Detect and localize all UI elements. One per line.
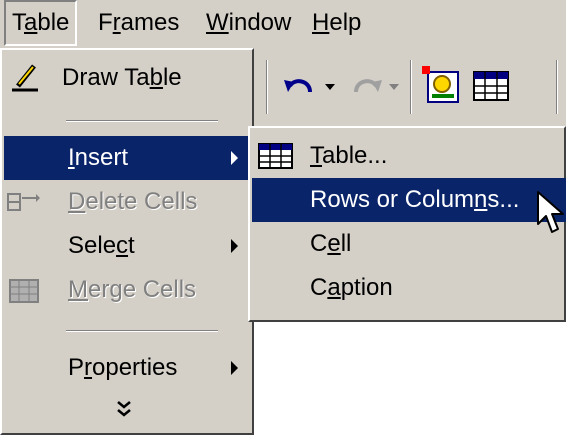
menu-item-insert[interactable]: Insert bbox=[4, 136, 248, 180]
menu-separator bbox=[66, 330, 218, 332]
delete-cells-icon bbox=[7, 193, 40, 211]
undo-dropdown-icon[interactable] bbox=[324, 66, 338, 106]
menu-item-draw-table[interactable]: Draw Table bbox=[4, 56, 248, 100]
insert-submenu: Table... Rows or Columns... Cell Caption bbox=[248, 126, 566, 322]
table-menu: Draw Table Insert Delete Cells Select Me… bbox=[0, 48, 254, 435]
submenu-arrow-icon bbox=[231, 239, 238, 253]
menu-separator bbox=[66, 120, 218, 122]
toolbar-separator bbox=[266, 60, 268, 114]
menu-help[interactable]: Help bbox=[306, 0, 367, 46]
menu-window[interactable]: Window bbox=[200, 0, 297, 46]
menu-frames[interactable]: Frames bbox=[92, 0, 185, 46]
menu-item-merge-cells: Merge Cells bbox=[4, 268, 248, 312]
menu-item-properties[interactable]: Properties bbox=[4, 346, 248, 390]
menu-item-select[interactable]: Select bbox=[4, 224, 248, 268]
insert-component-icon[interactable] bbox=[422, 66, 462, 106]
toolbar-separator bbox=[556, 60, 558, 114]
insert-table-icon[interactable] bbox=[472, 66, 512, 106]
submenu-item-table[interactable]: Table... bbox=[252, 134, 566, 178]
toolbar-separator bbox=[410, 60, 412, 114]
menu-bar: Table Frames Window Help bbox=[0, 0, 566, 48]
expand-menu-chevron-icon[interactable] bbox=[114, 398, 134, 420]
pencil-icon bbox=[12, 64, 38, 92]
menu-table[interactable]: Table bbox=[4, 0, 78, 46]
submenu-item-cell[interactable]: Cell bbox=[252, 222, 566, 266]
mouse-pointer-icon bbox=[537, 191, 564, 233]
submenu-arrow-icon bbox=[231, 151, 238, 165]
merge-cells-icon bbox=[9, 279, 39, 303]
table-grid-icon bbox=[258, 143, 293, 169]
menu-item-delete-cells: Delete Cells bbox=[4, 180, 248, 224]
toolbar bbox=[250, 48, 566, 126]
undo-icon[interactable] bbox=[280, 66, 320, 106]
submenu-item-rows-or-columns[interactable]: Rows or Columns... bbox=[252, 178, 566, 222]
submenu-arrow-icon bbox=[231, 361, 238, 375]
redo-icon bbox=[354, 79, 382, 93]
submenu-item-caption[interactable]: Caption bbox=[252, 266, 566, 310]
redo-dropdown-icon bbox=[389, 84, 399, 90]
